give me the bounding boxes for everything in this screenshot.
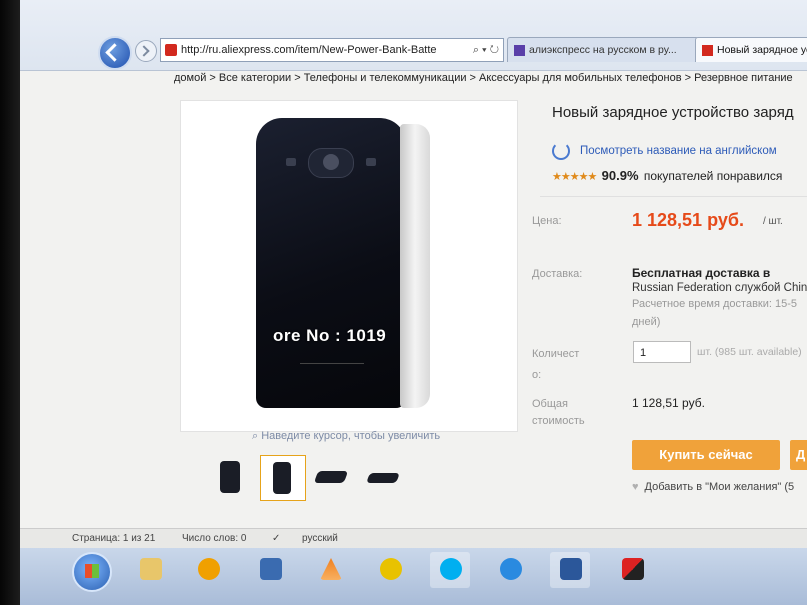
tab-favicon-icon — [514, 44, 525, 56]
language[interactable]: русский — [302, 529, 338, 549]
thumbnail-selected[interactable] — [260, 455, 306, 501]
english-name-link[interactable]: Посмотреть название на английском — [552, 142, 777, 160]
total-value: 1 128,51 руб. — [632, 396, 705, 410]
thumbnail[interactable] — [210, 455, 254, 499]
app-icon — [380, 558, 402, 580]
translate-icon — [552, 142, 570, 160]
tab-favicon-icon — [702, 44, 713, 56]
url-text: http://ru.aliexpress.com/item/New-Power-… — [181, 44, 437, 57]
price-value: 1 128,51 руб. — [632, 210, 744, 230]
taskbar-media-player[interactable] — [188, 552, 228, 588]
heart-icon: ♥ — [632, 481, 639, 493]
delivery-estimate-cont: дней) — [632, 316, 661, 328]
thumbnail[interactable] — [310, 455, 354, 499]
taskbar-skype[interactable] — [430, 552, 470, 588]
image-watermark: ore No : 1019 — [273, 326, 387, 345]
buy-now-button[interactable]: Купить сейчас — [632, 440, 780, 470]
folder-icon — [140, 558, 162, 580]
word-count: Число слов: 0 — [182, 533, 247, 544]
word-icon — [560, 558, 582, 580]
wishlist-link[interactable]: ♥ Добавить в "Мои желания" (5 — [632, 481, 794, 493]
monitor-bezel — [0, 0, 22, 605]
camera-icon — [308, 148, 354, 178]
media-player-icon — [198, 558, 220, 580]
address-tools[interactable]: ⌕ ▾ ↻ — [473, 39, 499, 61]
quantity-label: Количест — [532, 348, 580, 360]
taskbar-vlc[interactable] — [310, 552, 350, 588]
delivery-carrier[interactable]: Russian Federation службой Chin — [632, 282, 807, 294]
delivery-free: Бесплатная доставка в — [632, 266, 771, 280]
rating-percent: 90.9% — [601, 168, 639, 183]
rating-text: покупателей понравился — [643, 169, 783, 183]
taskbar-app2[interactable] — [612, 552, 652, 588]
forward-button[interactable] — [135, 40, 157, 62]
address-bar[interactable]: http://ru.aliexpress.com/item/New-Power-… — [160, 38, 504, 62]
total-label-cont: стоимость — [532, 415, 585, 427]
taskbar-ie[interactable] — [490, 552, 530, 588]
taskbar-monitor[interactable] — [250, 552, 290, 588]
start-button[interactable] — [72, 552, 112, 592]
page-count: Страница: 1 из 21 — [72, 533, 156, 544]
zoom-hint: ⌕ Наведите курсор, чтобы увеличить — [252, 430, 441, 442]
browser-chrome: http://ru.aliexpress.com/item/New-Power-… — [20, 0, 807, 71]
add-to-cart-button[interactable]: Д — [790, 440, 807, 470]
price-unit: / шт. — [763, 216, 783, 227]
check-icon: ✓ — [272, 533, 281, 544]
windows-logo-icon — [85, 564, 99, 578]
quantity-available: шт. (985 шт. available) — [697, 346, 802, 358]
power-bank-label — [300, 363, 364, 396]
skype-icon — [440, 558, 462, 580]
app2-icon — [622, 558, 644, 580]
favicon-icon — [165, 44, 177, 57]
product-image-cover — [400, 124, 430, 408]
taskbar-word[interactable] — [550, 552, 590, 588]
status-bar: Страница: 1 из 21 Число слов: 0 ✓ русски… — [20, 528, 807, 549]
magnifier-icon: ⌕ — [252, 430, 262, 442]
rating-stars: ★★★★★ — [552, 171, 597, 183]
delivery-estimate: Расчетное время доставки: 15-5 — [632, 298, 798, 310]
price-label: Цена: — [532, 215, 562, 227]
internet-explorer-icon — [500, 558, 522, 580]
tab-title: Новый зарядное устр — [717, 44, 807, 56]
quantity-label-cont: о: — [532, 369, 542, 381]
tab-title: алиэкспресс на русском в ру... — [529, 44, 677, 56]
back-button[interactable] — [98, 36, 132, 70]
divider — [540, 196, 807, 197]
tab-product[interactable]: Новый зарядное устр — [695, 37, 807, 62]
taskbar — [20, 548, 807, 605]
total-label: Общая — [532, 398, 568, 410]
taskbar-explorer[interactable] — [130, 552, 170, 588]
rating: ★★★★★ 90.9% покупателей понравился — [552, 168, 782, 183]
screen: http://ru.aliexpress.com/item/New-Power-… — [20, 0, 807, 605]
taskbar-app[interactable] — [370, 552, 410, 588]
vlc-icon — [320, 558, 342, 580]
delivery-label: Доставка: — [532, 268, 583, 280]
thumbnail[interactable] — [360, 455, 404, 499]
quantity-input[interactable]: 1 — [633, 341, 691, 363]
display-icon — [260, 558, 282, 580]
tab-aliexpress-russian[interactable]: алиэкспресс на русском в ру... — [507, 37, 699, 62]
breadcrumb[interactable]: домой > Все категории > Телефоны и телек… — [174, 72, 793, 84]
product-title: Новый зарядное устройство заряд — [552, 104, 794, 121]
product-image-phone[interactable] — [256, 118, 406, 408]
